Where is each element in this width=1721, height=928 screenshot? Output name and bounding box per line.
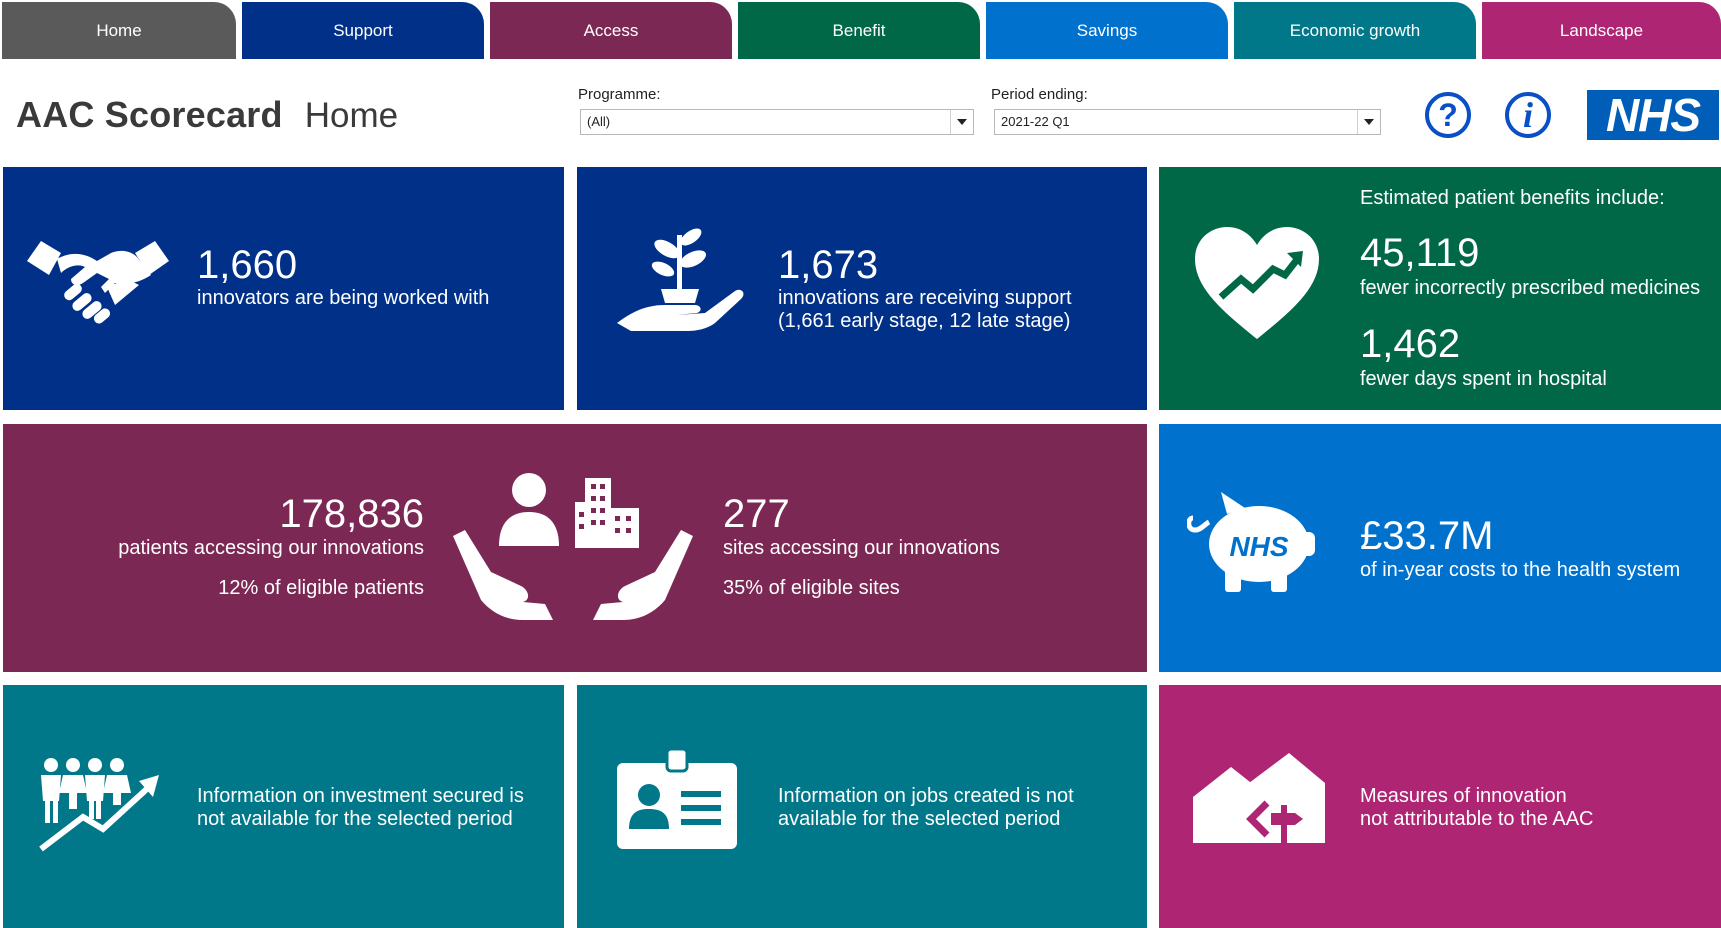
period-select[interactable]: 2021-22 Q1 [994,109,1381,135]
tab-label: Access [583,20,639,40]
tile-investment[interactable]: Information on investment secured is not… [3,685,564,928]
jobs-text-line2: available for the selected period [778,808,1061,830]
patients-value: 178,836 [279,492,424,536]
benefits-heading: Estimated patient benefits include: [1360,187,1665,209]
tab-home[interactable]: Home [2,2,236,59]
tab-landscape[interactable]: Landscape [1482,2,1721,59]
tile-jobs[interactable]: Information on jobs created is not avail… [577,685,1147,928]
jobs-text-line1: Information on jobs created is not [778,785,1074,807]
tab-label: Savings [1076,20,1138,40]
landscape-text-line2: not attributable to the AAC [1360,808,1594,830]
tile-savings[interactable]: NHS £33.7M of in-year costs to the healt… [1159,424,1721,672]
app-title: AAC Scorecard [16,94,283,135]
innovators-text: innovators are being worked with [197,287,490,309]
tab-label: Support [333,20,393,40]
chevron-down-icon [957,119,967,125]
nhs-logo: NHS [1587,89,1719,141]
page-title: Home [304,96,399,135]
heart-chart-icon [1195,227,1319,339]
programme-label: Programme: [578,86,661,103]
handshake-icon [27,241,169,324]
benefit-text-medicines: fewer incorrectly prescribed medicines [1360,277,1701,299]
tab-access[interactable]: Access [490,2,732,59]
innovations-value: 1,673 [778,243,879,287]
patients-text: patients accessing our innovations [118,537,424,559]
benefit-value-medicines: 45,119 [1360,231,1480,275]
savings-text: of in-year costs to the health system [1360,559,1681,581]
info-glyph: i [1522,95,1533,135]
patients-pct: 12% of eligible patients [218,577,424,599]
investment-text-line2: not available for the selected period [197,808,513,830]
tab-benefit[interactable]: Benefit [738,2,980,59]
period-label: Period ending: [991,86,1088,103]
id-badge-icon [617,749,737,849]
innovations-text-line1: innovations are receiving support [778,287,1072,309]
tile-landscape[interactable]: Measures of innovation not attributable … [1159,685,1721,928]
savings-value: £33.7M [1360,514,1494,558]
chevron-down-icon [1364,119,1374,125]
tile-benefits[interactable]: Estimated patient benefits include: 45,1… [1159,167,1721,410]
help-glyph: ? [1438,96,1458,133]
info-icon[interactable]: i [1505,92,1551,138]
people-buildings-hands-icon [453,473,693,620]
piggy-nhs-label: NHS [1229,531,1288,562]
plant-in-hand-icon [617,228,744,331]
sites-value: 277 [723,492,790,536]
tab-label: Landscape [1559,20,1644,40]
app-logo: AAC Scorecard Home [16,94,398,140]
tab-support[interactable]: Support [242,2,484,59]
tile-innovations[interactable]: 1,673 innovations are receiving support … [577,167,1147,410]
landscape-text-line1: Measures of innovation [1360,785,1567,807]
dropdown-button[interactable] [1357,110,1380,134]
tab-economic-growth[interactable]: Economic growth [1234,2,1476,59]
period-value: 2021-22 Q1 [1001,114,1070,129]
houses-signpost-icon [1193,753,1325,843]
tab-label: Home [96,20,142,40]
innovators-value: 1,660 [197,243,298,287]
people-growth-icon [39,758,159,852]
tab-savings[interactable]: Savings [986,2,1228,59]
investment-text-line1: Information on investment secured is [197,785,524,807]
sites-pct: 35% of eligible sites [723,577,900,599]
tab-label: Benefit [832,20,886,40]
innovations-text-line2: (1,661 early stage, 12 late stage) [778,310,1071,332]
programme-value: (All) [587,114,611,129]
help-icon[interactable]: ? [1425,92,1471,138]
dropdown-button[interactable] [950,110,973,134]
tile-access[interactable]: 178,836 patients accessing our innovatio… [3,424,1147,672]
tab-label: Economic growth [1289,20,1421,40]
sites-text: sites accessing our innovations [723,537,1000,559]
programme-select[interactable]: (All) [580,109,974,135]
tile-innovators[interactable]: 1,660 innovators are being worked with [3,167,564,410]
benefit-text-hospital-days: fewer days spent in hospital [1360,368,1607,390]
piggy-bank-icon: NHS [1187,492,1315,592]
benefit-value-hospital-days: 1,462 [1360,322,1461,366]
